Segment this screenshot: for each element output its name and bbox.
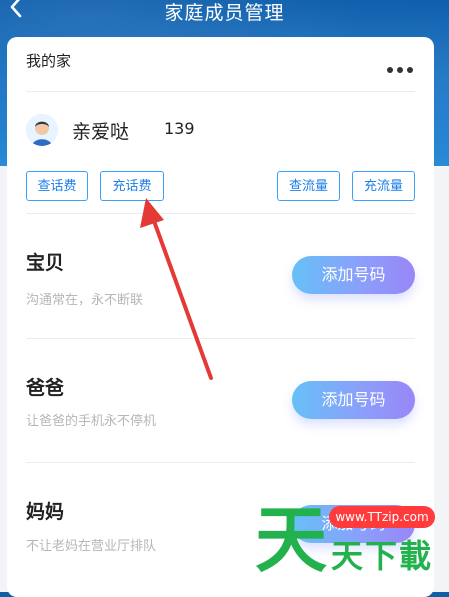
more-horizontal-icon (387, 67, 413, 73)
divider (26, 462, 415, 463)
slot-subtitle: 让爸爸的手机永不停机 (26, 414, 157, 429)
check-balance-button[interactable]: 查话费 (26, 171, 88, 201)
avatar (26, 114, 58, 146)
member-name: 亲爱哒 (72, 121, 130, 143)
user-avatar-icon (26, 114, 58, 146)
watermark-big-text: 天 (255, 498, 328, 582)
divider (26, 213, 415, 214)
watermark: 天 天下載 www.TTzip.com (255, 500, 449, 592)
slot-title: 爸爸 (26, 377, 65, 399)
card-title: 我的家 (26, 52, 72, 70)
recharge-balance-button[interactable]: 充话费 (100, 171, 164, 201)
member-row[interactable]: 亲爱哒 139 (26, 114, 415, 150)
check-data-button[interactable]: 查流量 (277, 171, 340, 201)
divider (26, 91, 415, 92)
member-number: 139 (164, 119, 195, 138)
more-button[interactable] (386, 59, 414, 73)
watermark-url: www.TTzip.com (329, 506, 435, 528)
divider (26, 338, 415, 339)
watermark-small-text: 天下載 (331, 537, 434, 575)
slot-subtitle: 不让老妈在营业厅排队 (26, 539, 157, 554)
recharge-data-button[interactable]: 充流量 (352, 171, 415, 201)
slot-title: 宝贝 (26, 252, 65, 274)
top-bar: 家庭成员管理 (0, 0, 449, 30)
slot-title: 妈妈 (26, 501, 65, 523)
slot-subtitle: 沟通常在，永不断联 (26, 293, 144, 308)
page-title: 家庭成员管理 (164, 2, 285, 24)
add-number-button[interactable]: 添加号码 (292, 256, 415, 294)
add-number-button[interactable]: 添加号码 (292, 381, 415, 419)
